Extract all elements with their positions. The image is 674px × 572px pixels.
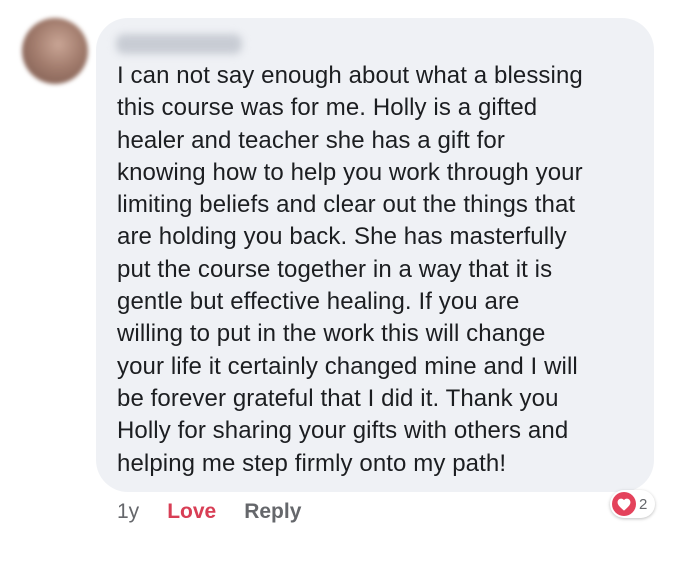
author-name[interactable] [116,34,242,54]
comment-actions: 1y Love Reply [117,496,301,528]
reply-button[interactable]: Reply [244,500,301,524]
comment-timestamp[interactable]: 1y [117,500,139,524]
heart-icon [612,492,636,516]
reaction-count: 2 [639,495,648,513]
reaction-summary[interactable]: 2 [610,490,656,518]
love-reaction-button[interactable]: Love [167,500,216,524]
avatar[interactable] [22,18,88,84]
comment-text: I can not say enough about what a blessi… [117,62,583,477]
